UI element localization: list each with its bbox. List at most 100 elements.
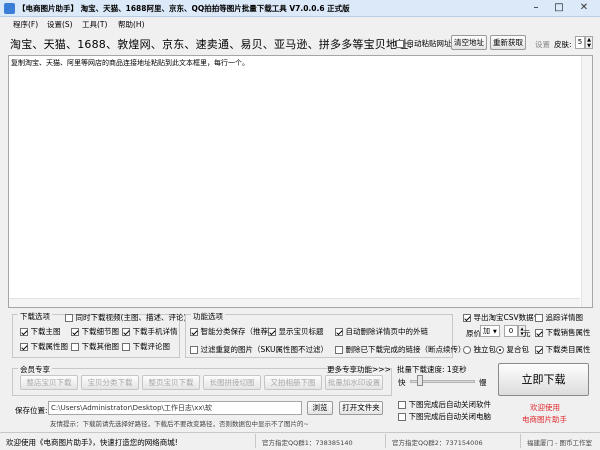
desc-details-option[interactable]: 追踪详情图 [535, 312, 583, 323]
filter-duplicates-checkbox[interactable] [190, 345, 198, 354]
album-download-button[interactable]: 又拍相册下图 [264, 375, 322, 390]
pack-single-label: 独立包 [473, 345, 497, 354]
main-image-checkbox[interactable] [20, 327, 28, 336]
other-image-checkbox[interactable] [71, 342, 79, 351]
status-qq-group-2[interactable]: 官方指定QQ群2：737154006 [392, 437, 483, 447]
pack-compound-label: 复合包 [506, 345, 530, 354]
desc-details-checkbox[interactable] [535, 313, 543, 322]
desc-details-label: 追踪详情图 [545, 313, 584, 322]
open-folder-button[interactable]: 打开文件夹 [339, 401, 383, 415]
delete-finished-option[interactable]: 删除已下载完成的链接（断点续传） [335, 344, 466, 355]
smart-save-label: 智能分类保存（推荐） [200, 327, 276, 336]
sales-attr-label: 下载销售属性 [545, 328, 591, 337]
skin-number[interactable]: 5 [575, 36, 585, 49]
pack-single-option[interactable]: 独立包 [463, 344, 496, 355]
status-qq-group-1[interactable]: 官方指定QQ群1：738385140 [262, 437, 353, 447]
category-attr-checkbox[interactable] [535, 345, 543, 354]
pack-compound-option[interactable]: 复合包 [496, 344, 529, 355]
menu-settings[interactable]: 设置(S) [47, 19, 73, 30]
download-video-option[interactable]: 同时下载视频(主图、描述、评论) [65, 312, 186, 323]
window-title: 【电商图片助手】 淘宝、天猫、1688阿里、京东、QQ拍拍等图片批量下载工具 V… [18, 4, 350, 13]
app-icon [4, 3, 15, 14]
member-zone-title: 会员专享 [18, 364, 52, 375]
speed-slider-thumb[interactable] [417, 375, 424, 386]
welcome-link[interactable]: 欢迎使用 [530, 402, 560, 413]
horizontal-scrollbar[interactable] [9, 298, 580, 307]
attr-image-option[interactable]: 下载属性图 [20, 341, 68, 352]
maximize-button[interactable]: □ [548, 1, 570, 15]
download-video-checkbox[interactable] [65, 313, 73, 322]
sales-attr-option[interactable]: 下载销售属性 [535, 327, 591, 338]
auto-shutdown-checkbox[interactable] [398, 412, 406, 421]
detail-image-checkbox[interactable] [71, 327, 79, 336]
speed-slow-label: 慢 [479, 378, 487, 387]
auto-close-app-label: 下图完成后自动关闭软件 [408, 400, 492, 409]
mobile-detail-option[interactable]: 下载手机详情 [122, 326, 178, 337]
show-title-option[interactable]: 显示宝贝标题 [268, 326, 324, 337]
url-textarea[interactable] [8, 55, 593, 308]
auto-paste-checkbox[interactable] [396, 39, 404, 48]
menu-help[interactable]: 帮助(H) [118, 19, 145, 30]
watermark-button[interactable]: 批量加水印设置 [325, 375, 383, 390]
close-button[interactable]: ✕ [571, 1, 597, 15]
settings-link[interactable]: 设置 [535, 39, 550, 50]
menu-tools[interactable]: 工具(T) [82, 19, 107, 30]
download-video-label: 同时下载视频(主图、描述、评论) [75, 313, 187, 322]
attr-image-checkbox[interactable] [20, 342, 28, 351]
save-path-input[interactable]: C:\Users\Administrator\Desktop\工作日志\xx\软 [48, 401, 302, 415]
start-download-button[interactable]: 立即下载 [498, 363, 589, 396]
other-image-option[interactable]: 下载其他图 [71, 341, 119, 352]
pack-compound-radio[interactable] [496, 345, 504, 354]
skin-label: 皮肤: [554, 40, 572, 49]
price-mode-select[interactable]: 加 ▼ [480, 325, 500, 337]
delete-finished-checkbox[interactable] [335, 345, 343, 354]
auto-paste-label: 自动粘贴网址 [406, 39, 452, 48]
pack-single-radio[interactable] [463, 345, 471, 354]
refetch-button[interactable]: 重新获取 [490, 35, 526, 50]
detail-image-option[interactable]: 下载细节图 [71, 326, 119, 337]
menu-program[interactable]: 程序(F) [13, 19, 38, 30]
status-separator [255, 434, 256, 448]
attr-image-label: 下载属性图 [30, 342, 69, 351]
shop-download-button[interactable]: 整店宝贝下载 [20, 375, 78, 390]
address-label: 淘宝、天猫、1688、敦煌网、京东、速卖通、易贝、亚马逊、拼多多等宝贝地址: [10, 38, 413, 51]
long-image-button[interactable]: 长图拼接切图 [203, 375, 261, 390]
skin-spinner[interactable]: ▲ ▼ [585, 36, 593, 49]
browse-button[interactable]: 浏览 [307, 401, 333, 415]
filter-duplicates-option[interactable]: 过滤重复的图片（SKU属性图不过滤） [190, 344, 328, 355]
main-image-label: 下载主图 [30, 327, 61, 336]
app-name-link[interactable]: 电商图片助手 [522, 414, 567, 425]
page-download-button[interactable]: 整页宝贝下载 [142, 375, 200, 390]
remove-links-checkbox[interactable] [335, 327, 343, 336]
auto-shutdown-option[interactable]: 下图完成后自动关闭电脑 [398, 411, 491, 422]
filter-duplicates-label: 过滤重复的图片（SKU属性图不过滤） [200, 345, 329, 354]
review-image-checkbox[interactable] [122, 342, 130, 351]
auto-shutdown-label: 下图完成后自动关闭电脑 [408, 412, 492, 421]
review-image-option[interactable]: 下载评论图 [122, 341, 170, 352]
auto-close-app-checkbox[interactable] [398, 400, 406, 409]
main-image-option[interactable]: 下载主图 [20, 326, 61, 337]
save-path-hint: 友情提示：下载前请先选择好路径，下载后不要改变路径，否则数据包中显示不了图片的~ [50, 420, 309, 428]
batch-speed-label: 批量下载速度: 1变秒 [397, 365, 467, 374]
show-title-checkbox[interactable] [268, 327, 276, 336]
clear-address-button[interactable]: 清空地址 [451, 35, 487, 50]
category-download-button[interactable]: 宝贝分类下载 [81, 375, 139, 390]
auto-close-app-option[interactable]: 下图完成后自动关闭软件 [398, 399, 491, 410]
vertical-scrollbar[interactable] [581, 56, 592, 307]
smart-save-option[interactable]: 智能分类保存（推荐） [190, 326, 276, 337]
mobile-detail-checkbox[interactable] [122, 327, 130, 336]
smart-save-checkbox[interactable] [190, 327, 198, 336]
remove-links-option[interactable]: 自动删除详情页中的外链 [335, 326, 428, 337]
function-options-title: 功能选项 [191, 311, 225, 322]
price-input[interactable]: 0 [504, 325, 518, 337]
status-separator [520, 434, 521, 448]
review-image-label: 下载评论图 [132, 342, 171, 351]
more-functions-link[interactable]: 更多专享功能>>> [327, 364, 391, 375]
minimize-button[interactable]: – [525, 1, 547, 15]
export-csv-checkbox[interactable] [463, 313, 471, 322]
export-csv-option[interactable]: 导出淘宝CSV数据包 [463, 312, 541, 323]
category-attr-option[interactable]: 下载类目属性 [535, 344, 591, 355]
auto-paste-option[interactable]: 自动粘贴网址 [396, 38, 452, 49]
sales-attr-checkbox[interactable] [535, 328, 543, 337]
export-csv-label: 导出淘宝CSV数据包 [473, 313, 542, 322]
